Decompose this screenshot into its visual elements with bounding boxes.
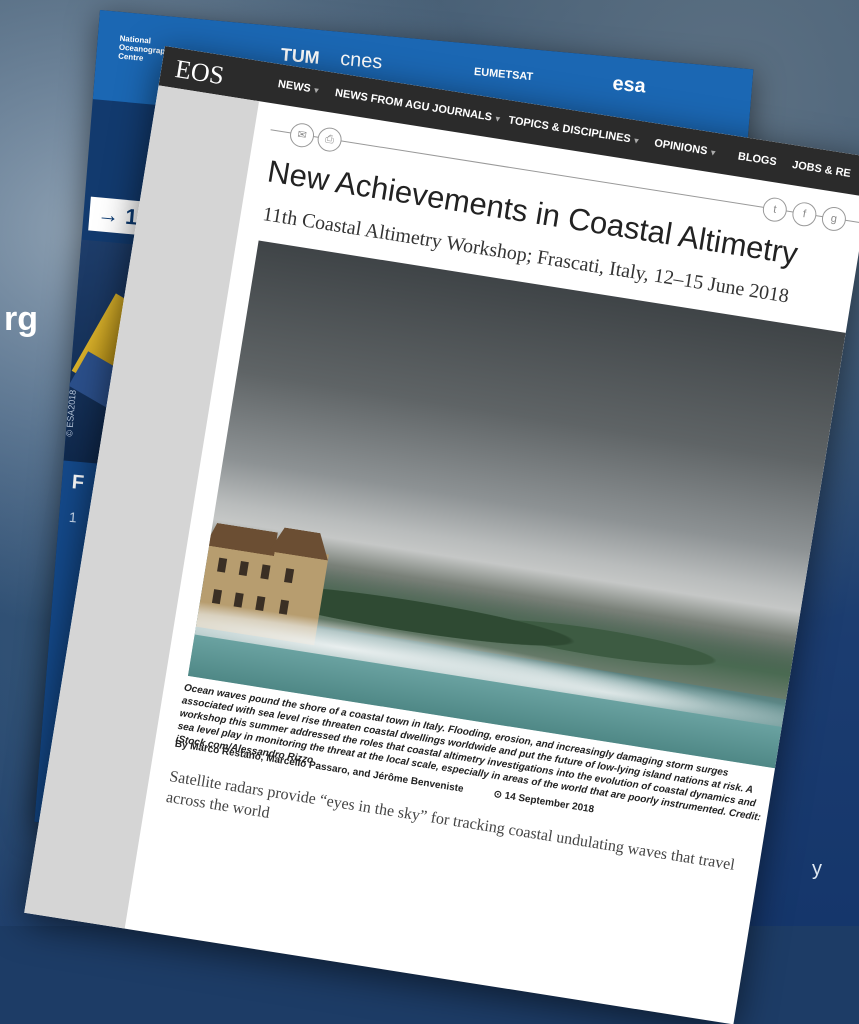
eos-logo[interactable]: EOS	[173, 54, 226, 91]
background-partial-text: rg	[4, 300, 38, 338]
facebook-icon[interactable]: f	[790, 200, 819, 228]
footer-title: F	[70, 471, 85, 495]
twitter-icon[interactable]: t	[761, 195, 789, 224]
nav-jobs[interactable]: JOBS & RE	[791, 159, 851, 180]
google-plus-icon[interactable]: g	[820, 205, 848, 233]
nav-blogs[interactable]: BLOGS	[737, 150, 777, 168]
chevron-down-icon: ▼	[493, 114, 503, 125]
chevron-down-icon: ▼	[311, 85, 321, 96]
print-icon[interactable]: ⎙	[315, 125, 344, 154]
nav-opinions[interactable]: OPINIONS▼	[653, 137, 718, 159]
chevron-down-icon: ▼	[708, 147, 718, 159]
nav-topics[interactable]: TOPICS & DISCIPLINES▼	[508, 114, 642, 147]
esa-logo: esa	[611, 72, 647, 98]
footer-sub: 1	[68, 508, 78, 526]
email-icon[interactable]: ✉	[288, 121, 316, 149]
background-partial-text-right: y	[812, 858, 822, 880]
cnes-logo: cnes	[339, 47, 384, 74]
eumetsat-logo: EUMETSAT	[473, 65, 534, 84]
chevron-down-icon: ▼	[631, 135, 641, 146]
nav-news[interactable]: NEWS▼	[277, 78, 321, 96]
eos-article-page: EOS NEWS▼ NEWS FROM AGU JOURNALS▼ TOPICS…	[24, 46, 859, 1024]
article-photo	[187, 240, 846, 769]
